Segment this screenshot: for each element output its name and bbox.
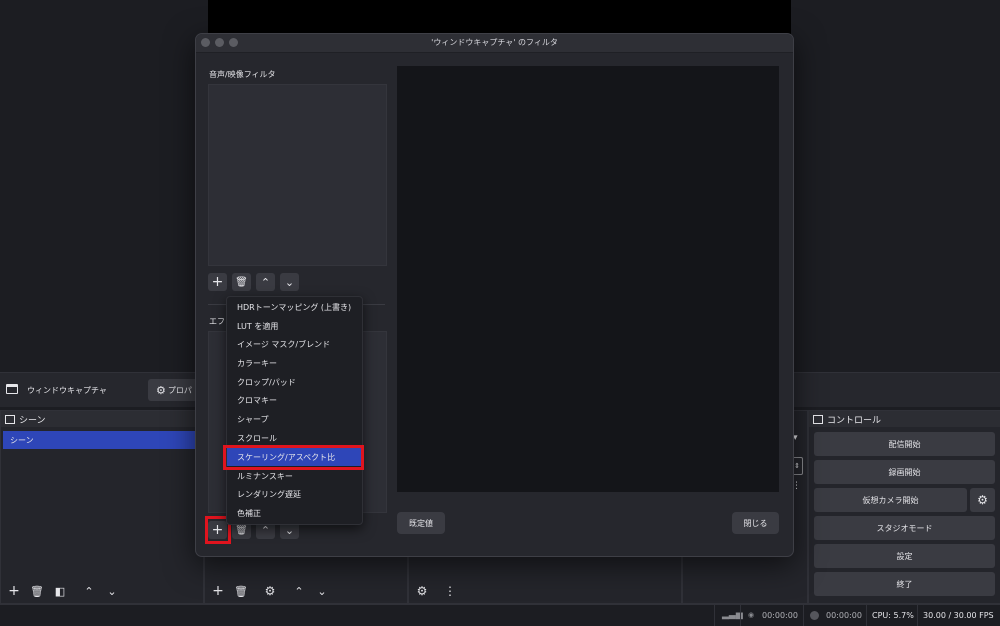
more-icon[interactable]: ⋮ bbox=[441, 583, 459, 599]
fps-readout: 30.00 / 30.00 FPS bbox=[923, 611, 994, 620]
properties-button[interactable]: ⚙ プロパ bbox=[148, 379, 200, 401]
dock-icon bbox=[813, 414, 823, 424]
start-streaming-button[interactable]: 配信開始 bbox=[814, 432, 995, 456]
chevron-up-icon[interactable]: ⌃ bbox=[80, 583, 98, 599]
record-time: 00:00:00 bbox=[826, 611, 862, 620]
av-filters-toolbar: + 🗑 ⌃ ⌄ bbox=[208, 273, 299, 291]
controls-dock-title: コントロール bbox=[809, 411, 1000, 427]
menu-item[interactable]: LUT を適用 bbox=[227, 317, 362, 335]
add-scene-icon[interactable]: + bbox=[5, 583, 23, 599]
scene-item[interactable]: シーン bbox=[3, 431, 199, 449]
status-bar: ▂▃▅ ◉ 00:00:00 00:00:00 CPU: 5.7% 30.00 … bbox=[0, 604, 1000, 626]
gear-icon: ⚙ bbox=[156, 383, 166, 397]
move-up-button[interactable]: ⌃ bbox=[256, 273, 275, 291]
trash-icon: 🗑 bbox=[235, 276, 248, 288]
chevron-down-icon[interactable]: ⌄ bbox=[103, 583, 121, 599]
menu-item[interactable]: クロップ/パッド bbox=[227, 373, 362, 391]
selected-item-highlight bbox=[223, 445, 364, 470]
source-name: ウィンドウキャプチャ bbox=[27, 386, 107, 395]
scenes-dock: シーン シーン + 🗑 ◧ ⌃ ⌄ bbox=[0, 410, 204, 604]
studio-mode-button[interactable]: スタジオモード bbox=[814, 516, 995, 540]
audio-video-filters-label: 音声/映像フィルタ bbox=[209, 70, 276, 79]
sources-toolbar: + 🗑 ⚙ ⌃ ⌄ bbox=[209, 583, 331, 599]
cpu-usage: CPU: 5.7% bbox=[872, 611, 914, 620]
defaults-button[interactable]: 既定値 bbox=[397, 512, 445, 534]
move-down-button[interactable]: ⌄ bbox=[280, 273, 299, 291]
trash-icon[interactable]: 🗑 bbox=[232, 583, 250, 599]
gear-icon[interactable]: ⚙ bbox=[413, 583, 431, 599]
divider bbox=[740, 605, 741, 626]
mixer-toolbar: ⚙ ⋮ bbox=[413, 583, 459, 599]
add-filter-button[interactable]: + bbox=[208, 273, 227, 291]
exit-button[interactable]: 終了 bbox=[814, 572, 995, 596]
chevron-down-icon[interactable]: ▾ bbox=[793, 433, 803, 447]
menu-item[interactable]: レンダリング遅延 bbox=[227, 485, 362, 503]
trash-icon[interactable]: 🗑 bbox=[28, 583, 46, 599]
window-icon bbox=[6, 384, 18, 394]
dialog-title: 'ウィンドウキャプチャ' のフィルタ bbox=[431, 38, 558, 47]
virtual-camera-settings-gear-icon[interactable]: ⚙ bbox=[970, 488, 995, 512]
chevron-down-icon: ⌄ bbox=[284, 523, 295, 537]
menu-item[interactable]: シャープ bbox=[227, 410, 362, 428]
menu-item[interactable]: 色補正 bbox=[227, 504, 362, 522]
chevron-down-icon[interactable]: ⌄ bbox=[313, 583, 331, 599]
controls-title: コントロール bbox=[827, 415, 882, 426]
menu-item[interactable]: イメージ マスク/ブレンド bbox=[227, 335, 362, 353]
trash-icon: 🗑 bbox=[235, 524, 248, 536]
stream-time: 00:00:00 bbox=[762, 611, 798, 620]
plus-icon: + bbox=[211, 274, 224, 290]
menu-item[interactable]: HDRトーンマッピング (上書き) bbox=[227, 298, 362, 316]
divider bbox=[866, 605, 867, 626]
dock-icon bbox=[5, 414, 15, 424]
add-source-icon[interactable]: + bbox=[209, 583, 227, 599]
chevron-down-icon: ⌄ bbox=[284, 275, 295, 289]
divider bbox=[803, 605, 804, 626]
audio-video-filters-list[interactable] bbox=[208, 84, 387, 266]
gear-icon[interactable]: ⚙ bbox=[261, 583, 279, 599]
filter-icon[interactable]: ◧ bbox=[51, 583, 69, 599]
properties-label: プロパ bbox=[167, 385, 192, 395]
filter-preview bbox=[397, 66, 779, 492]
stream-icon: ◉ bbox=[748, 611, 755, 619]
start-virtual-camera-button[interactable]: 仮想カメラ開始 bbox=[814, 488, 967, 512]
divider bbox=[917, 605, 918, 626]
add-filter-menu: HDRトーンマッピング (上書き) LUT を適用 イメージ マスク/ブレンド … bbox=[226, 296, 363, 525]
settings-button[interactable]: 設定 bbox=[814, 544, 995, 568]
effect-filters-label: エフ bbox=[209, 317, 225, 326]
dialog-titlebar: 'ウィンドウキャプチャ' のフィルタ bbox=[196, 34, 793, 53]
scenes-toolbar: + 🗑 ◧ ⌃ ⌄ bbox=[5, 583, 121, 599]
chevron-up-icon: ⌃ bbox=[260, 523, 271, 537]
remove-filter-button[interactable]: 🗑 bbox=[232, 273, 251, 291]
scene-item-label: シーン bbox=[10, 435, 34, 445]
menu-item[interactable]: カラーキー bbox=[227, 354, 362, 372]
divider bbox=[714, 605, 715, 626]
menu-item[interactable]: クロマキー bbox=[227, 391, 362, 409]
chevron-up-icon: ⌃ bbox=[260, 275, 271, 289]
scenes-title: シーン bbox=[19, 415, 46, 426]
close-button[interactable]: 閉じる bbox=[732, 512, 779, 534]
scenes-dock-title: シーン bbox=[1, 411, 203, 427]
chevron-up-icon[interactable]: ⌃ bbox=[290, 583, 308, 599]
start-recording-button[interactable]: 録画開始 bbox=[814, 460, 995, 484]
record-icon bbox=[810, 611, 819, 620]
